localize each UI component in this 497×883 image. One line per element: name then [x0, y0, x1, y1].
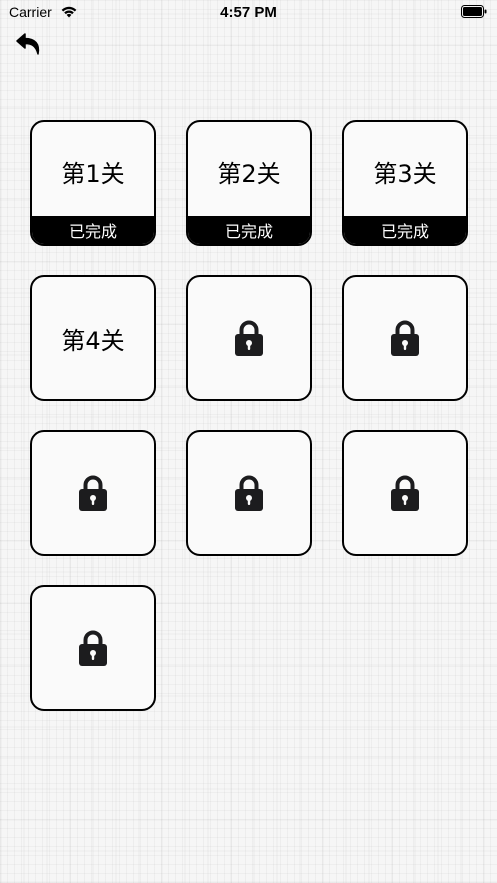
lock-icon — [235, 475, 263, 511]
level-title: 第3关 — [373, 159, 437, 188]
level-card-4[interactable]: 第4关 — [30, 275, 156, 401]
lock-icon — [79, 475, 107, 511]
lock-icon — [235, 320, 263, 356]
lock-icon — [391, 475, 419, 511]
level-title: 第4关 — [61, 326, 125, 355]
level-card-1[interactable]: 第1关 已完成 — [30, 120, 156, 246]
level-grid: 第1关 已完成 第2关 已完成 第3关 已完成 第4关 — [30, 120, 468, 711]
level-card-locked[interactable] — [30, 430, 156, 556]
level-card-locked[interactable] — [342, 275, 468, 401]
status-time: 4:57 PM — [220, 4, 277, 21]
lock-icon — [79, 630, 107, 666]
lock-icon — [391, 320, 419, 356]
level-card-locked[interactable] — [30, 585, 156, 711]
back-arrow-icon[interactable] — [14, 30, 46, 58]
completed-badge: 已完成 — [188, 216, 310, 244]
completed-badge: 已完成 — [32, 216, 154, 244]
level-title: 第1关 — [61, 159, 125, 188]
level-title: 第2关 — [217, 159, 281, 188]
completed-badge: 已完成 — [344, 216, 466, 244]
level-card-2[interactable]: 第2关 已完成 — [186, 120, 312, 246]
level-card-locked[interactable] — [342, 430, 468, 556]
level-card-locked[interactable] — [186, 275, 312, 401]
battery-icon — [461, 5, 487, 18]
status-bar: Carrier 4:57 PM — [0, 0, 497, 26]
level-card-3[interactable]: 第3关 已完成 — [342, 120, 468, 246]
level-card-locked[interactable] — [186, 430, 312, 556]
